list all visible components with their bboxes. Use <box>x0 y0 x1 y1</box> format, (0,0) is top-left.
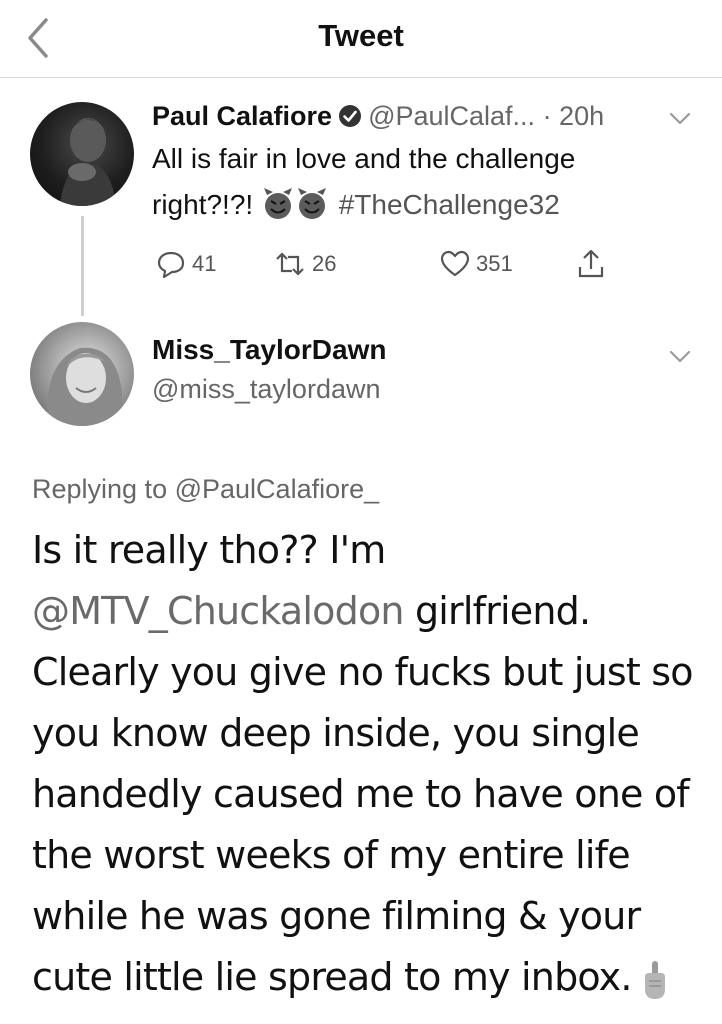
avatar-miss-taylordawn[interactable] <box>30 322 134 426</box>
tweet2-handle[interactable]: @miss_taylordawn <box>152 374 381 405</box>
retweet-icon <box>276 252 304 276</box>
reply-count: 41 <box>192 251 217 276</box>
tweet2-text-line: you know deep inside, you single <box>32 711 640 755</box>
tweet2-text: Is it really tho?? I'm @MTV_Chuckalodon … <box>32 520 702 1008</box>
replying-to-mention[interactable]: @PaulCalafiore_ <box>175 474 380 504</box>
reply-icon <box>157 251 185 279</box>
retweet-button[interactable]: 26 <box>274 244 336 284</box>
mention-link[interactable]: @MTV_Chuckalodon <box>32 589 404 633</box>
smiling-devil-emoji <box>263 187 326 219</box>
tweet1-text: All is fair in love and the challenge ri… <box>152 136 672 228</box>
chevron-down-icon[interactable] <box>666 110 694 128</box>
reply-button[interactable]: 41 <box>156 244 216 284</box>
tweet2-text-line: the worst weeks of my entire life <box>32 833 631 877</box>
retweet-count: 26 <box>312 251 337 276</box>
tweet2-text-line: handedly caused me to have one of <box>32 772 690 816</box>
middle-finger-emoji <box>644 960 665 999</box>
chevron-down-icon[interactable] <box>666 348 694 366</box>
page-title: Tweet <box>318 18 404 53</box>
tweet1-actions: 41 26 351 <box>152 244 622 284</box>
tweet1-timestamp: · 20h <box>542 101 605 131</box>
tweet2-text-line: cute little lie spread to my inbox. <box>32 947 702 1008</box>
tweet2-text-line: Is it really tho?? I'm <box>32 528 386 572</box>
share-icon <box>578 249 604 278</box>
tweet2-text-fragment: girlfriend. <box>403 589 591 633</box>
hashtag-link[interactable]: #TheChallenge32 <box>339 189 560 220</box>
tweet2-text-line: while he was gone filming & your <box>32 894 641 938</box>
like-button[interactable]: 351 <box>440 244 513 284</box>
tweet2-text-line: @MTV_Chuckalodon girlfriend. <box>32 581 702 642</box>
avatar-paul-calafiore[interactable] <box>30 102 134 206</box>
tweet1-text-fragment: right?!?! <box>152 189 254 220</box>
tweet1-author-name[interactable]: Paul Calafiore <box>152 101 332 131</box>
top-bar: Tweet <box>0 0 722 78</box>
replying-to: Replying to @PaulCalafiore_ <box>32 474 379 505</box>
verified-badge-icon <box>339 104 362 127</box>
replying-to-label: Replying to <box>32 474 168 504</box>
tweet1-text-line: All is fair in love and the challenge <box>152 143 576 174</box>
heart-icon <box>440 250 470 277</box>
tweet1-handle[interactable]: @PaulCalaf... <box>368 101 535 131</box>
tweet1-header: Paul Calafiore @PaulCalaf... · 20h <box>152 96 672 136</box>
tweet2-text-fragment: cute little lie spread to my inbox. <box>32 955 632 999</box>
tweet1-text-line: right?!?! #TheChallenge32 <box>152 182 672 228</box>
like-count: 351 <box>476 251 513 276</box>
tweet2-text-line: Clearly you give no fucks but just so <box>32 650 694 694</box>
tweet2-author-name[interactable]: Miss_TaylorDawn <box>152 334 386 366</box>
share-button[interactable] <box>576 244 612 284</box>
thread-connector <box>81 216 84 316</box>
